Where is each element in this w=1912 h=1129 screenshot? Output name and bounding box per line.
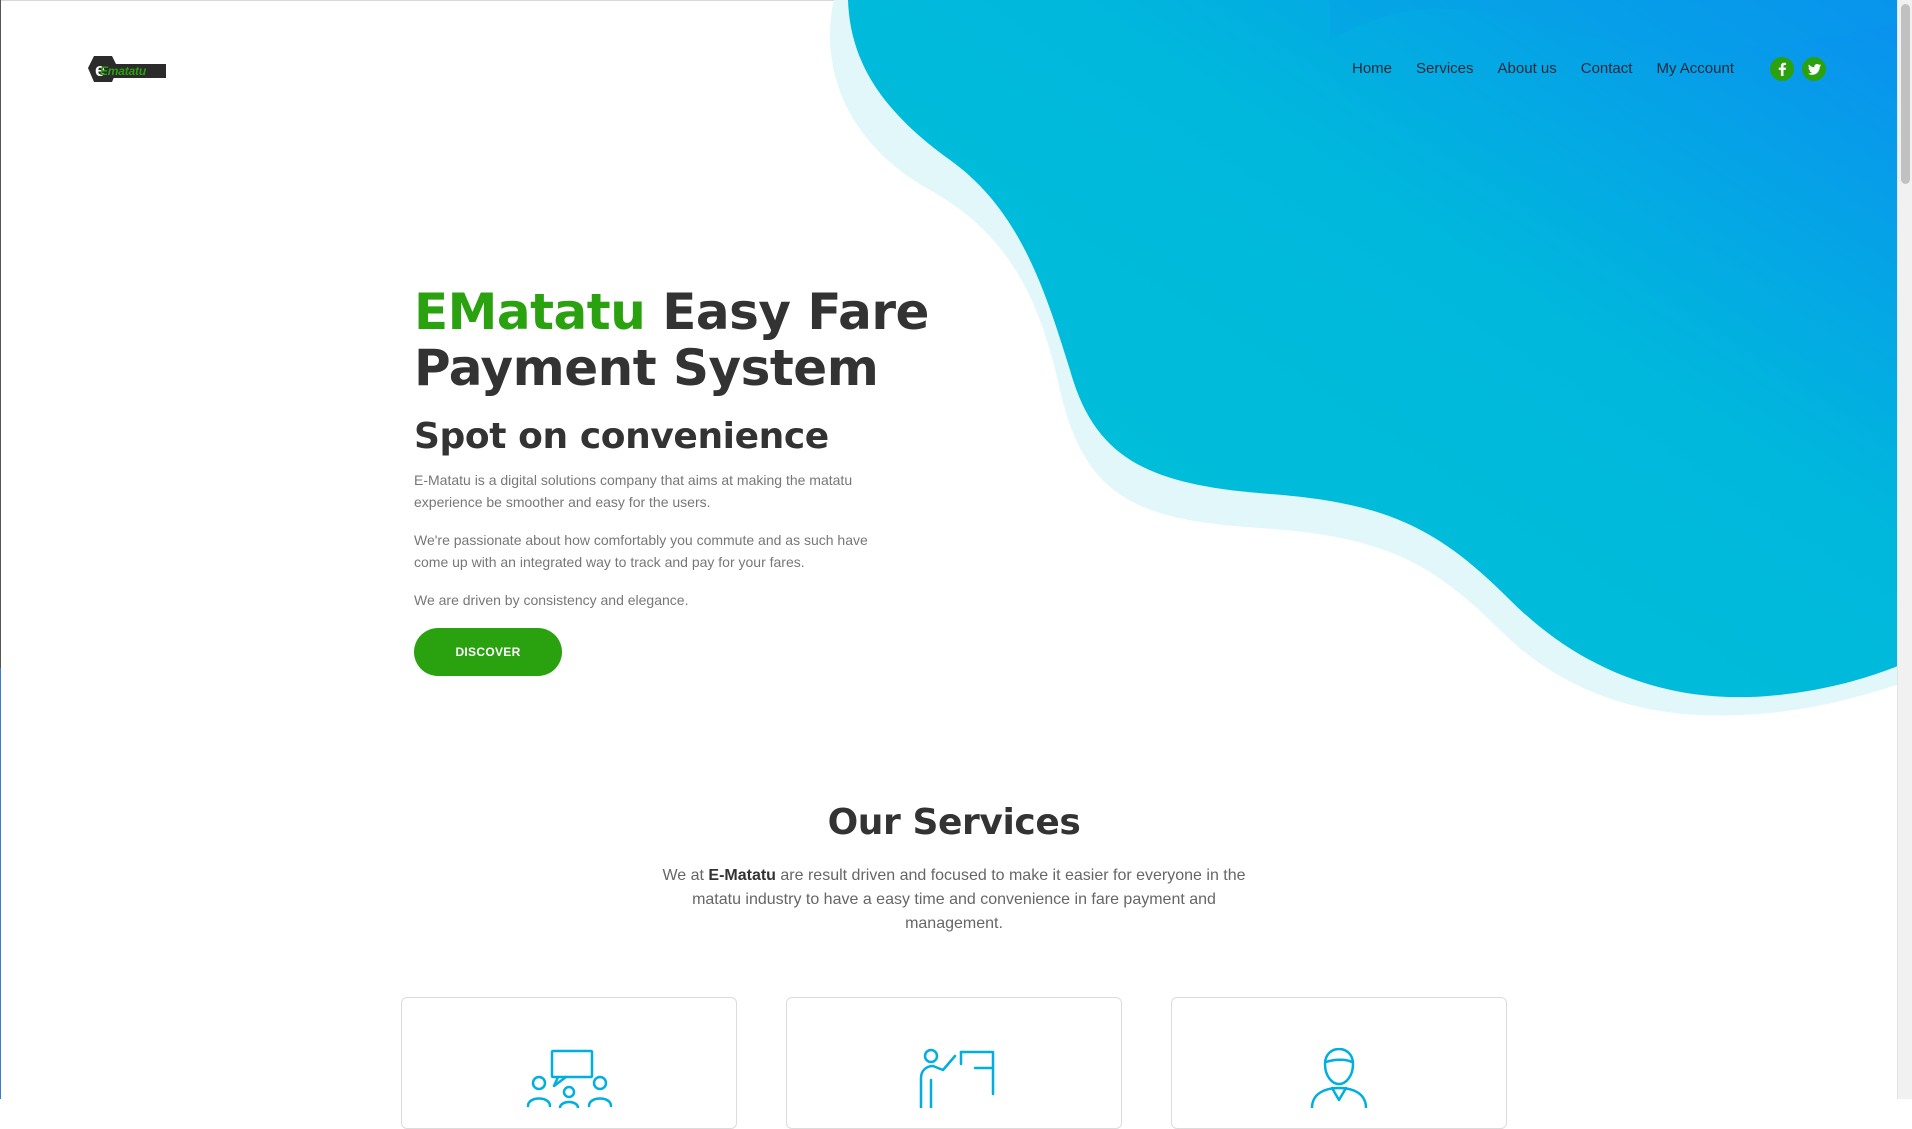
hero-subtitle: Spot on convenience — [414, 416, 829, 457]
hero-paragraph-3: We are driven by consistency and eleganc… — [414, 592, 689, 608]
hero-paragraph-1: E-Matatu is a digital solutions company … — [414, 472, 853, 510]
services-desc-suffix: are result driven and focused to make it… — [692, 867, 1246, 932]
hero-title: EMatatu Easy Fare Payment System — [414, 284, 934, 396]
service-card-1[interactable] — [401, 997, 737, 1129]
hero-section: EMatatu Easy Fare Payment System Spot on… — [414, 284, 934, 611]
services-title: Our Services — [827, 802, 1081, 843]
main-nav: Home Services About us Contact My Accoun… — [1352, 60, 1734, 77]
twitter-icon[interactable] — [1802, 57, 1826, 81]
user-icon — [1310, 1048, 1368, 1108]
service-card-3[interactable] — [1171, 997, 1507, 1129]
nav-about-us[interactable]: About us — [1498, 60, 1557, 77]
hero-paragraph-2: We're passionate about how comfortably y… — [414, 532, 868, 570]
facebook-icon[interactable] — [1770, 57, 1794, 81]
service-card-2[interactable] — [786, 997, 1122, 1129]
nav-my-account[interactable]: My Account — [1656, 60, 1734, 77]
social-links — [1770, 57, 1826, 81]
discover-button[interactable]: DISCOVER — [414, 628, 562, 676]
nav-contact[interactable]: Contact — [1581, 60, 1633, 77]
nav-services[interactable]: Services — [1416, 60, 1474, 77]
meeting-icon — [526, 1049, 613, 1108]
services-desc-brand: E-Matatu — [708, 867, 776, 884]
presentation-icon — [919, 1048, 995, 1108]
services-description: We at E-Matatu are result driven and foc… — [650, 864, 1258, 936]
services-desc-prefix: We at — [662, 867, 709, 884]
scrollbar-thumb[interactable] — [1901, 4, 1910, 184]
vertical-scrollbar[interactable] — [1897, 0, 1912, 1099]
hero-wave-background — [0, 0, 1912, 740]
logo-text: Ematatu — [100, 64, 146, 78]
hero-title-accent: EMatatu — [414, 283, 646, 341]
nav-home[interactable]: Home — [1352, 60, 1392, 77]
